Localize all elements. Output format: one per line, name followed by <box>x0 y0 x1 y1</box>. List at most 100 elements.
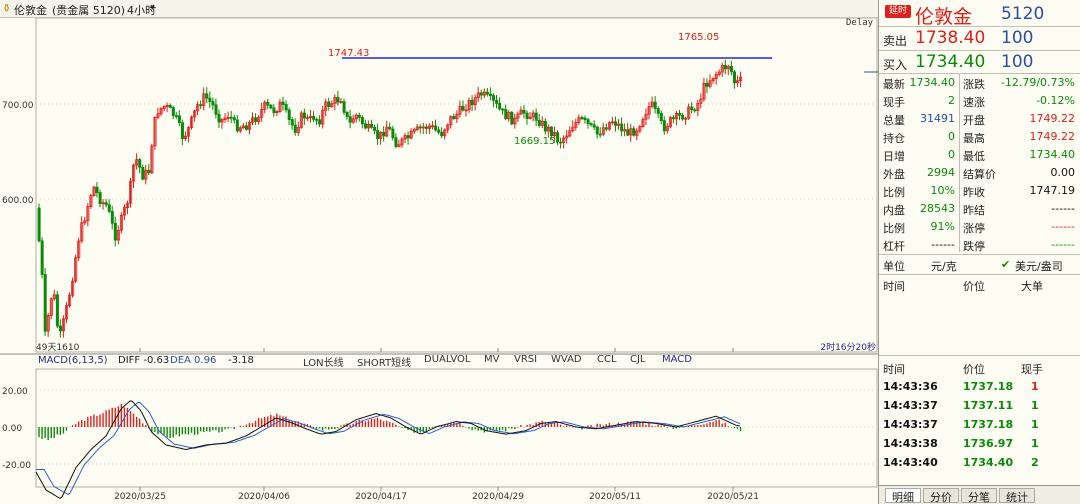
candle-body <box>266 101 270 106</box>
trade-row: 14:43:38 1736.97 1 <box>879 435 1080 452</box>
stat-label: 最高 <box>963 132 985 145</box>
stat-value: 1747.19 <box>1029 184 1076 197</box>
trade-volume: 2 <box>1031 456 1039 469</box>
stat-value: 0 <box>948 148 955 161</box>
unit-cny-option[interactable]: 元/克 <box>931 258 957 274</box>
chart-canvas[interactable]: 700.00 600.00 20.00 0.00 -20.00 2020/03/25 202… <box>0 18 878 504</box>
quote-panel: 延时 伦敦金 5120 卖出 1738.40 100 买入 1734.40 10… <box>878 0 1080 504</box>
stat-value: ------ <box>1051 220 1075 233</box>
trade-time: 14:43:37 <box>883 399 938 412</box>
chevron-down-icon[interactable]: ▾ <box>150 3 155 13</box>
bigorder-time-header: 时间 <box>883 280 905 293</box>
sell-label: 卖出 <box>883 34 908 48</box>
stat-label: 持仓 <box>883 132 905 145</box>
candle-body <box>525 112 529 119</box>
trade-price: 1737.11 <box>963 399 1014 412</box>
trade-time: 14:43:37 <box>883 418 938 431</box>
candle-body <box>498 103 502 110</box>
candle-body <box>723 65 727 70</box>
stat-label: 涨停 <box>963 222 985 235</box>
macd-title: MACD(6,13,5) <box>38 355 108 366</box>
candle-body <box>595 126 599 135</box>
indicator-tab[interactable]: SHORT短线 <box>357 354 411 369</box>
stat-value: 2994 <box>927 166 955 179</box>
candle-body <box>180 122 184 139</box>
candle-body <box>104 202 108 206</box>
stat-value: 1749.22 <box>1029 130 1076 143</box>
symbol-name: 伦敦金 <box>14 4 47 17</box>
panel-tab[interactable]: 统计 <box>999 488 1035 504</box>
panel-tab[interactable]: 分价 <box>923 488 959 504</box>
indicator-tab[interactable]: DUALVOL <box>424 354 470 365</box>
candle-body <box>214 104 218 115</box>
candle-body <box>406 135 410 139</box>
candle-body <box>632 128 636 136</box>
date-tick-label: 2020/05/21 <box>707 492 759 502</box>
bigorder-volume-header: 大单 <box>1021 280 1043 293</box>
indicator-tab[interactable]: CCL <box>597 354 617 365</box>
low-annotation-0: 49天1610 <box>36 343 80 353</box>
stat-value: 1734.40 <box>1029 148 1076 161</box>
macd-tick-label: -20.00 <box>2 461 31 471</box>
stat-label: 现手 <box>883 96 905 109</box>
candle-body <box>147 169 151 174</box>
panel-tab[interactable]: 分笔 <box>961 488 997 504</box>
candle-body <box>110 211 114 224</box>
bigorder-price-header: 价位 <box>963 280 985 293</box>
trade-volume: 1 <box>1031 418 1039 431</box>
candle-body <box>479 92 483 96</box>
panel-tab[interactable]: 明细 <box>885 488 921 504</box>
candle-body <box>391 128 395 139</box>
trade-volume-header: 现手 <box>1021 363 1043 376</box>
candle-body <box>556 132 560 143</box>
candle-body <box>37 207 41 242</box>
candle-body <box>589 123 593 126</box>
candle-body <box>418 126 422 129</box>
candle-body <box>199 104 203 107</box>
candle-body <box>434 125 438 131</box>
candle-body <box>598 133 602 136</box>
candle-body <box>376 130 380 140</box>
indicator-tab[interactable]: MV <box>484 354 499 365</box>
candle-body <box>522 109 526 114</box>
stat-row: 内盘 28543 昨结 ------ <box>879 200 1080 217</box>
candle-body <box>440 131 444 137</box>
trade-volume: 1 <box>1031 380 1039 393</box>
indicator-tab[interactable]: WVAD <box>551 354 582 365</box>
candle-body <box>287 109 291 120</box>
candle-body <box>550 126 554 137</box>
price-tick-label: 700.00 <box>2 101 34 111</box>
stat-value: 2 <box>948 94 955 107</box>
candle-body <box>382 131 386 137</box>
candle-body <box>290 119 294 126</box>
price-tick-label: 600.00 <box>2 196 34 206</box>
stat-value: ------ <box>1051 202 1075 215</box>
candle-body <box>452 116 456 120</box>
unit-usd-option[interactable]: 美元/盎司 <box>1015 258 1063 274</box>
buy-label: 买入 <box>883 58 908 72</box>
candle-body <box>656 108 660 114</box>
main-chart-frame <box>35 18 878 353</box>
indicator-tab[interactable]: CJL <box>630 354 646 365</box>
indicator-tab[interactable]: MACD <box>662 354 692 365</box>
candle-body <box>580 117 584 119</box>
candle-body <box>492 95 496 101</box>
sell-price: 1738.40 <box>915 28 986 48</box>
candle-body <box>360 117 364 125</box>
candle-body <box>58 325 62 332</box>
symbol-icon: ⚱ <box>2 2 12 15</box>
macd-value: -3.18 <box>228 355 254 366</box>
candle-body <box>543 120 547 132</box>
stat-label: 日增 <box>883 150 905 163</box>
macd-dea-value: DEA 0.96 <box>170 355 217 366</box>
stat-label: 开盘 <box>963 114 985 127</box>
buy-price: 1734.40 <box>915 52 986 72</box>
stat-label: 跌停 <box>963 240 985 253</box>
indicator-tab[interactable]: LON长线 <box>303 354 344 369</box>
sell-volume: 100 <box>1001 28 1034 48</box>
indicator-tab[interactable]: VRSI <box>514 354 537 365</box>
trade-volume: 1 <box>1031 399 1039 412</box>
candle-body <box>211 101 215 106</box>
kline-chart[interactable]: 700.00 600.00 20.00 0.00 -20.00 2020/03/25 202… <box>0 18 878 504</box>
macd-tick-label: 0.00 <box>2 424 22 434</box>
